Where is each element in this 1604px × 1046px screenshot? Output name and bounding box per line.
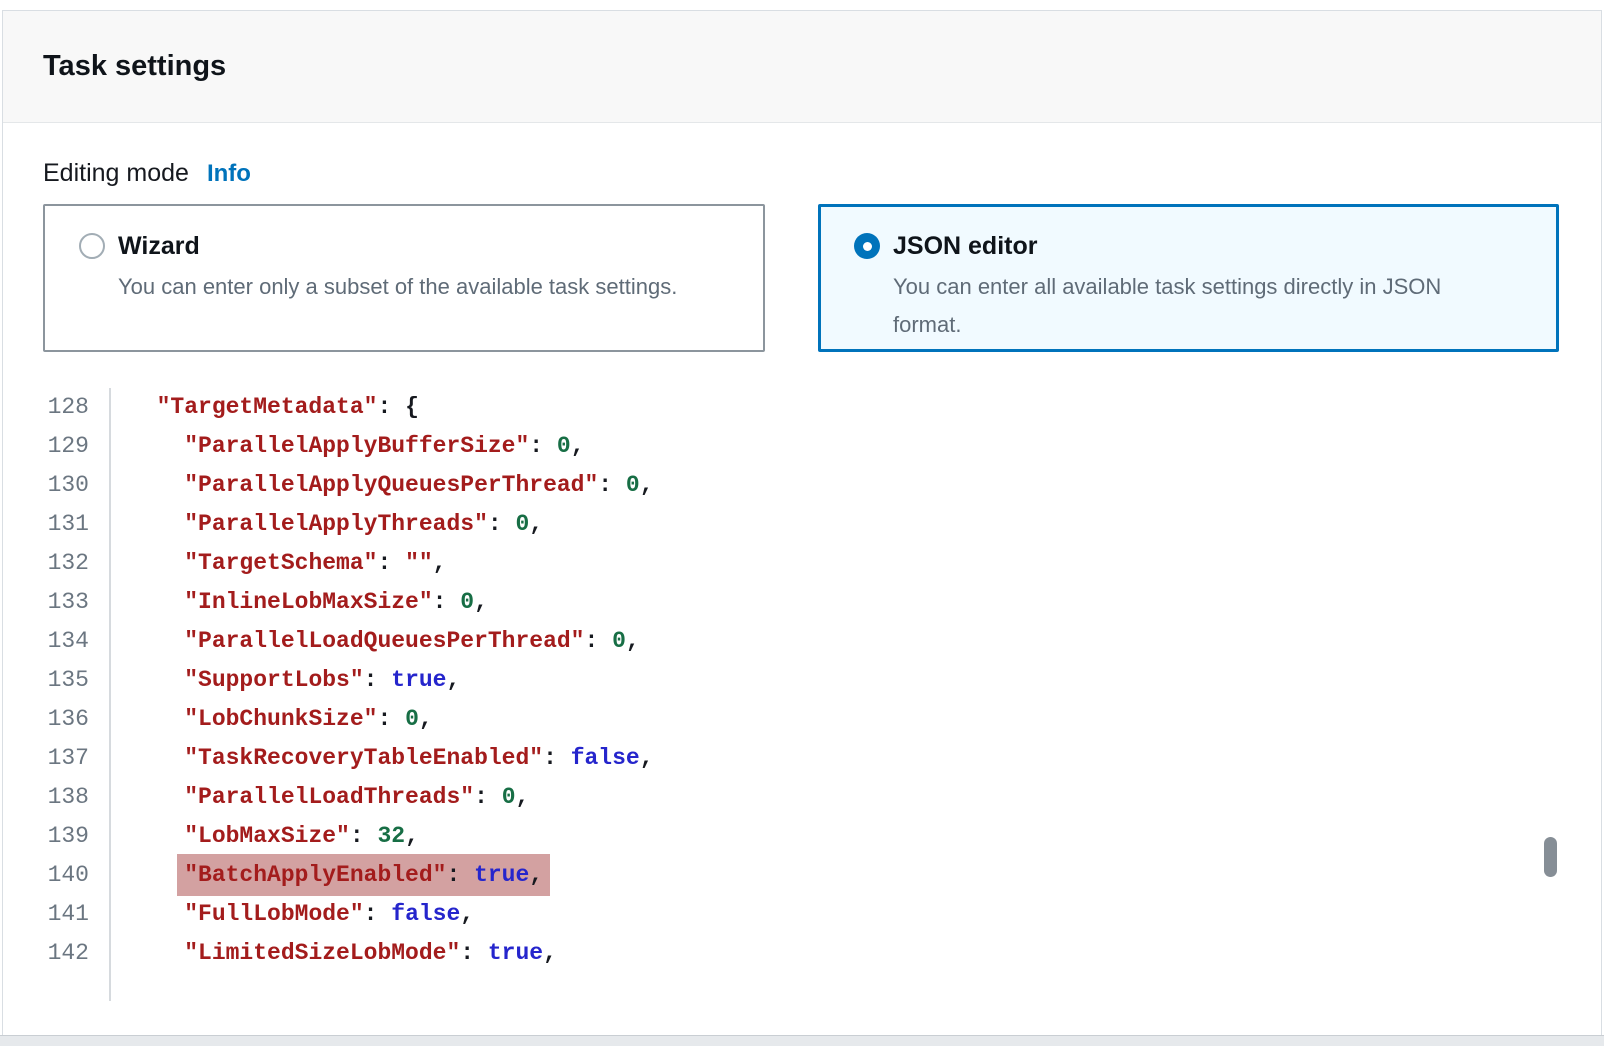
code-line[interactable]: 142 "LimitedSizeLobMode": true, [3,934,1561,973]
code-line[interactable]: 136 "LobChunkSize": 0, [3,700,1561,739]
code-line[interactable]: 132 "TargetSchema": "", [3,544,1561,583]
line-number: 136 [3,700,111,739]
code-text: "TaskRecoveryTableEnabled": false, [111,739,654,778]
tile-json-editor[interactable]: JSON editor You can enter all available … [818,204,1559,352]
code-line[interactable]: 133 "InlineLobMaxSize": 0, [3,583,1561,622]
line-number: 142 [3,934,111,973]
code-line[interactable]: 141 "FullLobMode": false, [3,895,1561,934]
code-text: "LobChunkSize": 0, [111,700,433,739]
json-code-editor[interactable]: 128 "TargetMetadata": {129 "ParallelAppl… [3,388,1561,1001]
code-text: "ParallelApplyQueuesPerThread": 0, [111,466,654,505]
tile-json-editor-text: JSON editor You can enter all available … [893,230,1505,344]
line-number: 133 [3,583,111,622]
code-text: "ParallelApplyBufferSize": 0, [111,427,585,466]
code-text: "LimitedSizeLobMode": true, [111,934,557,973]
panel-header: Task settings [3,11,1601,123]
line-number: 141 [3,895,111,934]
scrollbar-thumb[interactable] [1544,837,1557,877]
radio-selected-icon[interactable] [854,233,880,259]
panel-body: Editing mode Info Wizard You can enter o… [3,123,1601,1001]
info-link[interactable]: Info [207,160,251,188]
code-line[interactable]: 138 "ParallelLoadThreads": 0, [3,778,1561,817]
tile-json-editor-label: JSON editor [893,230,1505,262]
code-line[interactable]: 130 "ParallelApplyQueuesPerThread": 0, [3,466,1561,505]
tile-wizard-description: You can enter only a subset of the avail… [118,268,677,306]
line-number: 139 [3,817,111,856]
code-text: "BatchApplyEnabled": true, [111,856,543,895]
radio-unselected-icon[interactable] [79,233,105,259]
editing-mode-tiles: Wizard You can enter only a subset of th… [43,204,1561,352]
code-text: "ParallelLoadQueuesPerThread": 0, [111,622,640,661]
gutter-tail [3,973,1561,1001]
tile-wizard-label: Wizard [118,230,677,262]
tile-json-editor-description: You can enter all available task setting… [893,268,1505,344]
line-number: 134 [3,622,111,661]
editing-mode-label: Editing mode [43,159,189,188]
tile-wizard-text: Wizard You can enter only a subset of th… [118,230,677,306]
tile-wizard[interactable]: Wizard You can enter only a subset of th… [43,204,765,352]
code-text: "LobMaxSize": 32, [111,817,419,856]
code-text: "TargetSchema": "", [111,544,446,583]
code-text: "FullLobMode": false, [111,895,474,934]
task-settings-panel: Task settings Editing mode Info Wizard Y… [2,10,1602,1036]
code-line[interactable]: 129 "ParallelApplyBufferSize": 0, [3,427,1561,466]
code-text: "TargetMetadata": { [111,388,419,427]
code-line[interactable]: 131 "ParallelApplyThreads": 0, [3,505,1561,544]
code-text: "SupportLobs": true, [111,661,460,700]
code-line[interactable]: 139 "LobMaxSize": 32, [3,817,1561,856]
code-text: "ParallelApplyThreads": 0, [111,505,543,544]
line-number: 140 [3,856,111,895]
line-number: 132 [3,544,111,583]
page-title: Task settings [43,50,226,83]
code-text: "InlineLobMaxSize": 0, [111,583,488,622]
bottom-divider [0,1035,1604,1046]
line-number: 138 [3,778,111,817]
code-line[interactable]: 140 "BatchApplyEnabled": true, [3,856,1561,895]
editing-mode-row: Editing mode Info [43,159,1561,188]
line-number: 129 [3,427,111,466]
code-line[interactable]: 134 "ParallelLoadQueuesPerThread": 0, [3,622,1561,661]
line-number: 128 [3,388,111,427]
code-line[interactable]: 135 "SupportLobs": true, [3,661,1561,700]
code-line[interactable]: 137 "TaskRecoveryTableEnabled": false, [3,739,1561,778]
code-text: "ParallelLoadThreads": 0, [111,778,529,817]
highlighted-code: "BatchApplyEnabled": true, [177,854,550,896]
line-number: 131 [3,505,111,544]
code-line[interactable]: 128 "TargetMetadata": { [3,388,1561,427]
line-number: 137 [3,739,111,778]
line-number: 135 [3,661,111,700]
line-number: 130 [3,466,111,505]
